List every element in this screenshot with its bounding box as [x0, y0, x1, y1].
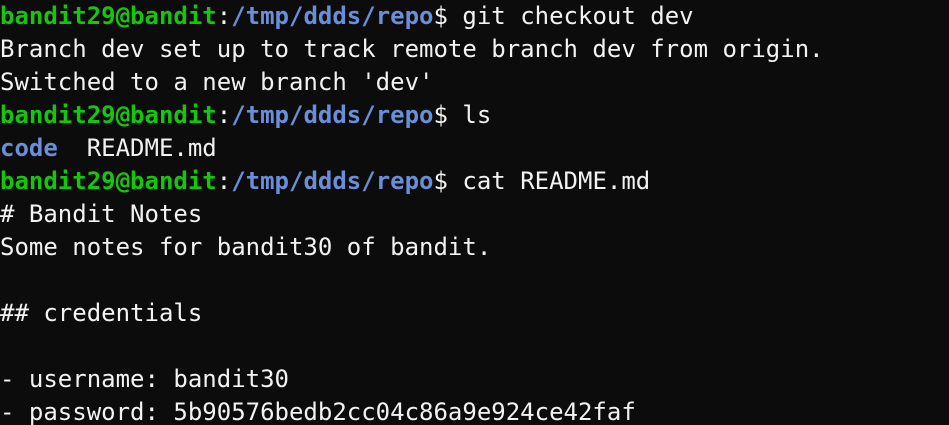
ls-output-line: code README.md [0, 132, 949, 165]
command-text: git checkout dev [462, 2, 694, 30]
prompt-line: bandit29@bandit:/tmp/ddds/repo$ git chec… [0, 0, 949, 33]
file-entry: README.md [86, 134, 217, 162]
prompt-line: bandit29@bandit:/tmp/ddds/repo$ cat READ… [0, 165, 949, 198]
output-line: ## credentials [0, 299, 203, 327]
prompt-separator: : [216, 101, 232, 129]
prompt-user: bandit29@bandit [0, 167, 217, 195]
prompt-separator: : [216, 2, 232, 30]
prompt-user: bandit29@bandit [0, 2, 217, 30]
command-text: ls [462, 101, 492, 129]
output-line: Branch dev set up to track remote branch… [0, 35, 824, 63]
prompt-dollar: $ [433, 167, 463, 195]
prompt-separator: : [216, 167, 232, 195]
output-line: - username: bandit30 [0, 365, 289, 393]
directory-entry: code [0, 134, 58, 162]
prompt-dollar: $ [433, 2, 463, 30]
prompt-dollar: $ [433, 101, 463, 129]
terminal-window[interactable]: bandit29@bandit:/tmp/ddds/repo$ git chec… [0, 0, 949, 425]
prompt-path: /tmp/ddds/repo [231, 101, 434, 129]
output-line: Some notes for bandit30 of bandit. [0, 233, 492, 261]
prompt-path: /tmp/ddds/repo [231, 167, 434, 195]
output-line: # Bandit Notes [0, 200, 203, 228]
ls-gap [58, 134, 87, 162]
prompt-path: /tmp/ddds/repo [231, 2, 434, 30]
prompt-user: bandit29@bandit [0, 101, 217, 129]
prompt-line: bandit29@bandit:/tmp/ddds/repo$ ls [0, 99, 949, 132]
command-text: cat README.md [462, 167, 651, 195]
output-line: Switched to a new branch 'dev' [0, 68, 434, 96]
output-line: - password: 5b90576bedb2cc04c86a9e924ce4… [0, 398, 636, 425]
